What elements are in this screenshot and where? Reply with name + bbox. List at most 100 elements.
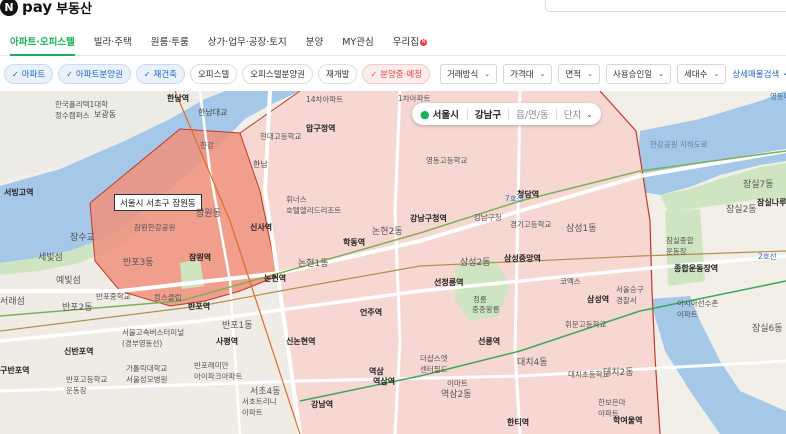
dropdown-label: 면적 [565,70,582,80]
logo-sub-text: 부동산 [56,1,93,17]
tab-label: 우리집 [392,37,419,48]
filter-chip-officetel[interactable]: 오피스텔 [189,64,238,84]
map-label[interactable]: 삼성역 [587,294,609,305]
map-label[interactable]: 학여울역 [613,415,642,426]
map-label: 한강공원 지하도로 [650,140,708,149]
map-label: 잠실종합 운동장 [666,236,694,256]
chevron-down-icon: ⌄ [484,70,491,78]
region-gu[interactable]: 강남구 [475,107,501,121]
tab-apartment-officetel[interactable]: 아파트·오피스텔 [10,27,75,56]
map-label: 반포2동 [62,303,93,313]
map-label[interactable]: 종합운동장역 [674,263,718,274]
map-label: 한남 [253,160,268,169]
map-label[interactable]: 구반포역 [0,365,29,376]
map-label[interactable]: 한티역 [507,417,529,428]
region-city[interactable]: 서울시 [433,107,459,121]
tab-villa-house[interactable]: 빌라·주택 [94,27,132,56]
map-label: 한남대교 [198,108,228,117]
map-label[interactable]: 사평역 [216,336,238,347]
filter-chip-reconstruction[interactable]: ✓ 재건축 [135,64,185,84]
map-label: 서울고속버스터미널 (경부영동선) [122,328,185,348]
region-dong[interactable]: 읍/면/동 [516,107,549,121]
dropdown-area[interactable]: 면적 ⌄ [558,64,600,84]
location-pin-icon: ● [420,107,430,121]
map-label: 중종왕릉 [472,305,500,314]
map-label: 잠원동 [196,209,221,219]
dropdown-households[interactable]: 세대수 ⌄ [676,64,727,84]
map-label: 킹스클럽 [154,293,182,302]
map-label[interactable]: 강남구청역 [410,213,447,224]
map-label: 반포중학교 [96,292,131,301]
divider [555,108,557,120]
dropdown-price-range[interactable]: 가격대 ⌄ [503,64,553,84]
map-label[interactable]: 잠실나루역 [757,197,786,208]
top-bar: N pay 부동산 [0,0,786,22]
map-label[interactable]: 서빙고역 [4,187,33,198]
map-label[interactable]: 삼성중앙역 [504,253,541,264]
map-label: 코엑스 [560,277,581,286]
chip-label: 재건축 [153,70,177,80]
map-label: 예빛섬 [56,276,81,286]
map-label: 강남구청 [474,213,502,222]
tab-presale[interactable]: 분양 [306,27,323,56]
tab-my-interest[interactable]: MY관심 [342,27,373,56]
map-label: 7호선 [505,194,524,203]
map-label[interactable]: 신사역 [250,222,272,233]
naver-pay-logo[interactable]: N pay 부동산 [0,0,92,17]
filter-chip-apartment-presale-right[interactable]: ✓ 아파트분양권 [58,64,131,84]
check-icon: ✓ [12,69,19,79]
map-label: 잠수교 [70,233,95,243]
tab-commercial-land[interactable]: 상가·업무·공장·토지 [208,27,287,56]
map-label: 영동고등학교 [426,156,468,165]
map-label[interactable]: 신반포역 [64,346,93,357]
map-label[interactable]: 언주역 [360,307,382,318]
map-label: 삼성2동 [460,258,491,268]
map-label: 서래섬 [0,297,25,307]
map-label[interactable]: 역삼역 [373,376,395,387]
map-label[interactable]: 압구정역 [306,123,335,134]
map-label: 세빛섬 [38,253,63,263]
map-label: 가톨릭대학교 서울성모병원 [126,364,168,384]
chevron-down-icon: ⌄ [713,70,720,78]
dropdown-trade-type[interactable]: 거래방식 ⌄ [439,64,498,84]
detailed-search-button[interactable]: 상세매물검색+ [732,67,786,81]
map-label[interactable]: 선릉역 [478,336,500,347]
map-label[interactable]: 논현역 [264,273,286,284]
map-label[interactable]: 강남역 [311,399,333,410]
map-label: 1차아파트 [398,94,431,103]
map-label: 휘문고등학교 [565,320,607,329]
chip-label: 분양중·예정 [380,70,422,80]
region-complex[interactable]: 단지 [564,107,581,121]
tab-label: 빌라·주택 [93,37,132,48]
dropdown-label: 사용승인일 [613,70,653,80]
map-label[interactable]: 잠원역 [189,252,211,263]
check-icon: ✓ [143,69,151,79]
map-label[interactable]: 반포역 [188,301,210,312]
tab-my-home[interactable]: 우리집 N [393,27,427,56]
filter-chip-redevelopment[interactable]: 재개발 [318,64,358,84]
map-area-tooltip: 서울시 서초구 잠원동 [114,194,202,211]
chevron-down-icon[interactable]: ⌄ [586,110,593,119]
map-canvas[interactable]: ● 서울시 강남구 읍/면/동 단지 ⌄ 서울시 서초구 잠원동 한남역 한남대… [0,91,786,434]
map-label[interactable]: 신논현역 [286,336,315,347]
dropdown-approval-date[interactable]: 사용승인일 ⌄ [606,64,671,84]
check-icon: ✓ [370,69,378,79]
filter-chip-apartment[interactable]: ✓ 아파트 [4,64,54,84]
map-label: 논현1동 [298,259,329,269]
dropdown-label: 세대수 [683,70,708,80]
map-label: 잠실2동 [726,205,757,215]
filter-chip-officetel-presale-right[interactable]: 오피스텔분양권 [242,64,313,84]
map-label[interactable]: 선정릉역 [434,277,463,288]
chip-label: 오피스텔분양권 [250,70,305,80]
tab-oneroom-tworoom[interactable]: 원룸·투룸 [151,27,189,56]
map-label[interactable]: 한남역 [167,93,189,104]
filter-chip-presale-scheduled[interactable]: ✓ 분양중·예정 [362,64,430,84]
top-search-box[interactable] [545,0,786,12]
region-selector[interactable]: ● 서울시 강남구 읍/면/동 단지 ⌄ [412,103,601,125]
tab-label: 원룸·투룸 [150,37,189,48]
map-label: 대치초등학교 [568,370,610,379]
map-label: 논현2동 [372,227,403,237]
main-nav-tabs: 아파트·오피스텔 빌라·주택 원룸·투룸 상가·업무·공장·토지 분양 MY관심… [0,27,786,56]
map-label[interactable]: 학동역 [343,237,365,248]
map-label: 잠실6동 [752,324,783,334]
